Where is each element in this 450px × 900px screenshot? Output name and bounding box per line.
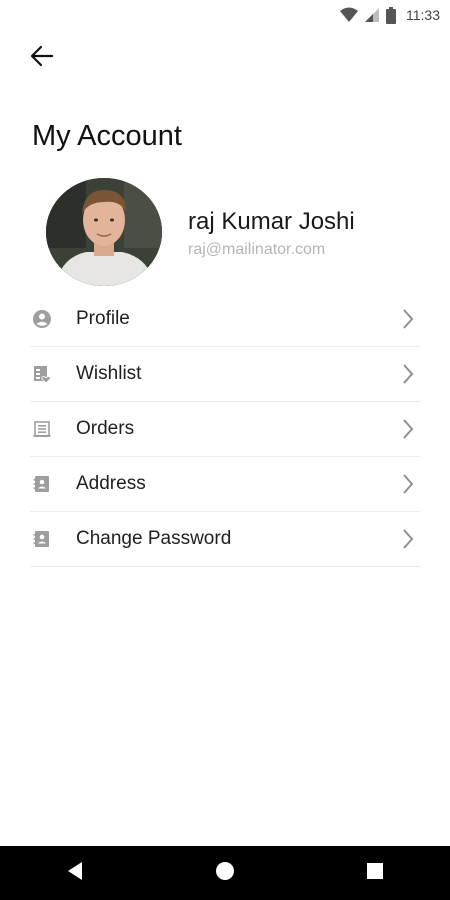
menu-item-wishlist[interactable]: Wishlist	[30, 347, 420, 402]
menu-item-change-password[interactable]: Change Password	[30, 512, 420, 567]
menu-item-orders[interactable]: Orders	[30, 402, 420, 457]
arrow-left-icon	[30, 45, 54, 72]
chevron-right-icon	[402, 528, 414, 555]
status-bar: 11:33	[0, 0, 450, 30]
menu-item-profile[interactable]: Profile	[30, 292, 420, 347]
chevron-right-icon	[402, 363, 414, 390]
back-button[interactable]	[22, 40, 62, 76]
contact-card-icon	[31, 473, 53, 495]
orders-icon	[31, 418, 53, 440]
user-name: raj Kumar Joshi	[188, 208, 355, 235]
wifi-icon	[340, 7, 358, 23]
user-email: raj@mailinator.com	[188, 241, 326, 258]
menu-item-address[interactable]: Address	[30, 457, 420, 512]
menu-item-label: Change Password	[76, 528, 232, 549]
profile-header: raj Kumar Joshi raj@mailinator.com	[46, 178, 426, 288]
wishlist-icon	[31, 363, 53, 385]
chevron-right-icon	[402, 418, 414, 445]
menu-item-label: Profile	[76, 308, 130, 329]
chevron-right-icon	[402, 473, 414, 500]
back-triangle-icon	[66, 861, 84, 886]
page-title: My Account	[32, 120, 182, 152]
recents-square-icon	[366, 862, 384, 885]
menu-item-label: Address	[76, 473, 146, 494]
nav-back-button[interactable]	[45, 846, 105, 900]
nav-recents-button[interactable]	[345, 846, 405, 900]
chevron-right-icon	[402, 308, 414, 335]
menu-item-label: Orders	[76, 418, 135, 439]
status-time: 11:33	[406, 7, 440, 23]
account-menu: Profile Wishlist Orders Address Change P…	[30, 292, 420, 567]
signal-icon	[364, 7, 380, 23]
contact-card-icon	[31, 528, 53, 550]
battery-icon	[386, 6, 396, 24]
nav-home-button[interactable]	[195, 846, 255, 900]
home-circle-icon	[215, 861, 235, 886]
system-nav-bar	[0, 846, 450, 900]
avatar[interactable]	[46, 178, 162, 286]
account-circle-icon	[31, 308, 53, 330]
menu-item-label: Wishlist	[76, 363, 142, 384]
